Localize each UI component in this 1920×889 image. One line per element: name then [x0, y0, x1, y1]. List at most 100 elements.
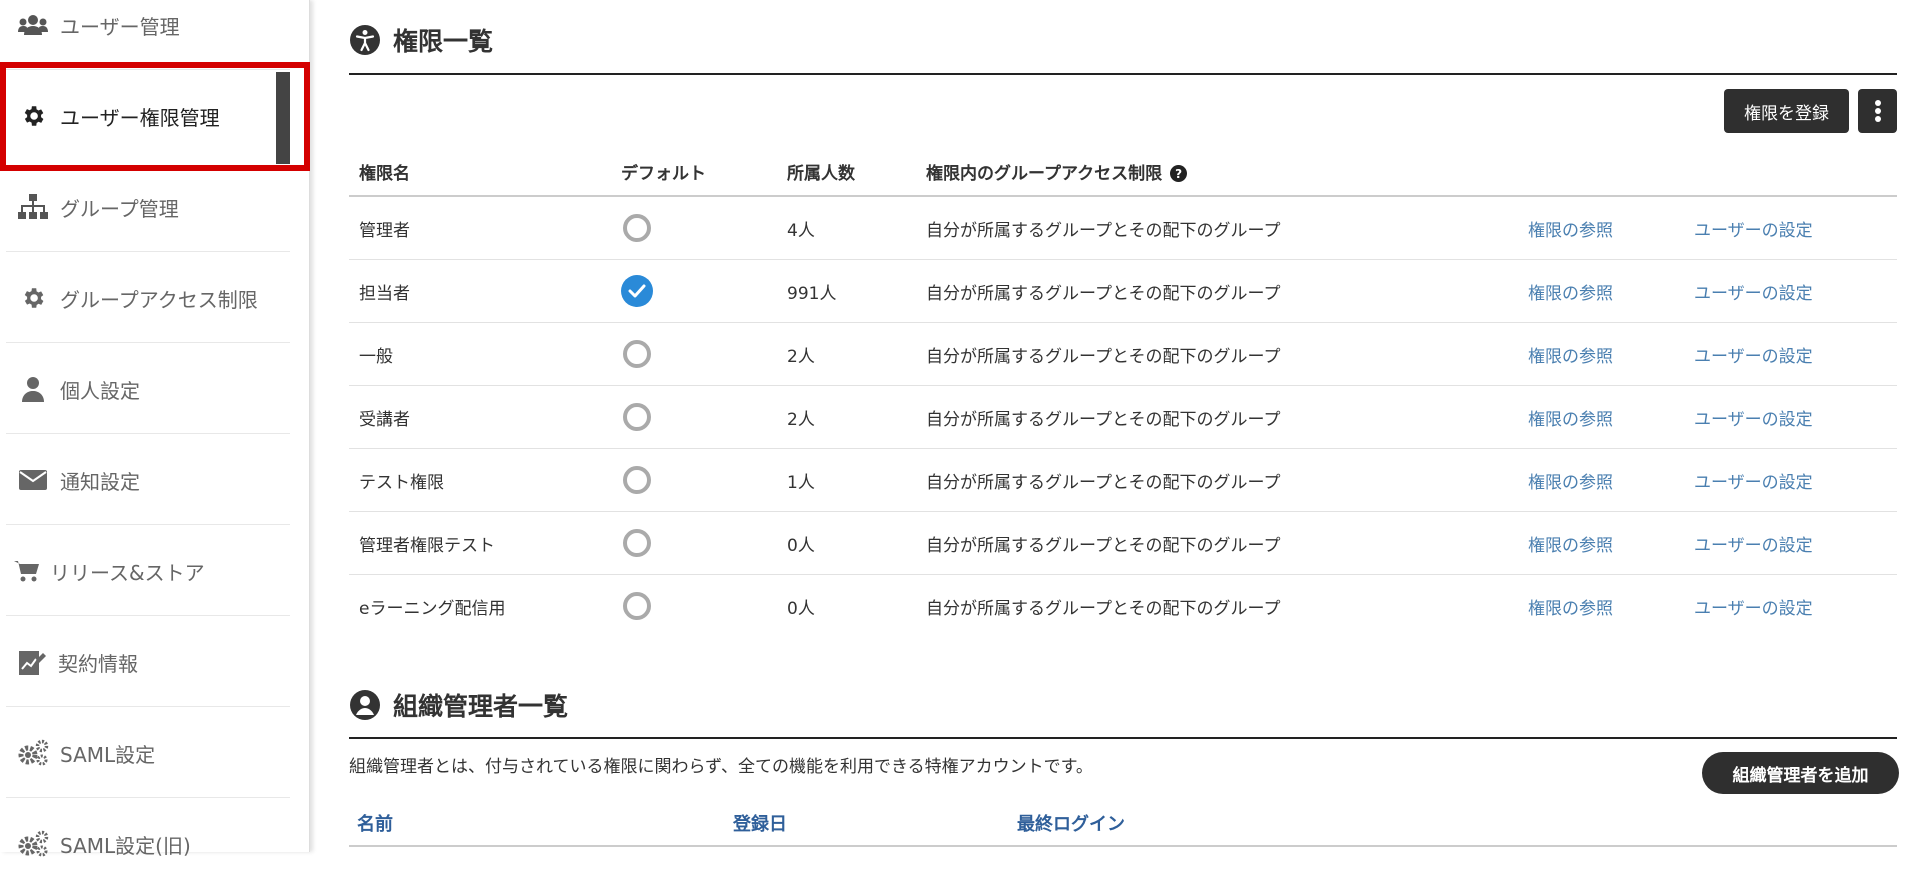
user-settings-link[interactable]: ユーザーの設定: [1694, 473, 1813, 493]
col-header-members: 所属人数: [777, 147, 916, 197]
table-row: 担当者 991人 自分が所属するグループとその配下のグループ 権限の参照 ユーザーの設定: [349, 259, 1897, 323]
view-permission-link[interactable]: 権限の参照: [1528, 473, 1613, 493]
user-settings-link[interactable]: ユーザーの設定: [1694, 221, 1813, 241]
active-item-highlight: [0, 62, 310, 171]
default-radio-icon[interactable]: [623, 403, 651, 431]
sidebar: ユーザー管理 ユーザー権限管理 グループ管理 グループアクセス制限 個人設定 通: [0, 0, 310, 858]
user-settings-link[interactable]: ユーザーの設定: [1694, 410, 1813, 430]
view-cell: 権限の参照: [1518, 448, 1684, 512]
col-header-view: [1518, 147, 1684, 197]
default-cell: [611, 575, 777, 638]
sidebar-item-group-management[interactable]: グループ管理: [0, 162, 290, 252]
sitemap-icon: [16, 194, 50, 220]
table-row: eラーニング配信用 0人 自分が所属するグループとその配下のグループ 権限の参照 ユーザ…: [349, 575, 1897, 638]
sidebar-item-notification-settings[interactable]: 通知設定: [0, 435, 290, 525]
user-settings-link[interactable]: ユーザーの設定: [1694, 536, 1813, 556]
sidebar-item-contract-info[interactable]: 契約情報: [0, 617, 290, 707]
view-cell: 権限の参照: [1518, 196, 1684, 260]
gear-icon: [16, 285, 50, 311]
gears-icon: [16, 739, 50, 767]
group-access-value: 自分が所属するグループとその配下のグループ: [916, 385, 1518, 449]
table-row: 管理者権限テスト 0人 自分が所属するグループとその配下のグループ 権限の参照 ユーザー…: [349, 511, 1897, 575]
view-cell: 権限の参照: [1518, 575, 1684, 638]
view-cell: 権限の参照: [1518, 259, 1684, 323]
default-radio-icon[interactable]: [623, 466, 651, 494]
permission-name: 管理者: [349, 196, 611, 260]
section-divider: [349, 73, 1897, 75]
col-header-group-access-label: 権限内のグループアクセス制限: [926, 163, 1163, 184]
default-radio-icon[interactable]: [623, 592, 651, 620]
view-permission-link[interactable]: 権限の参照: [1528, 221, 1613, 241]
user-settings-link[interactable]: ユーザーの設定: [1694, 284, 1813, 304]
col-header-last-login[interactable]: 最終ログイン: [1017, 810, 1125, 836]
permission-name: 受講者: [349, 385, 611, 449]
col-header-admin-name[interactable]: 名前: [357, 810, 393, 836]
cart-icon: [10, 560, 44, 582]
gears-icon: [16, 830, 50, 858]
register-permission-button[interactable]: 権限を登録: [1724, 89, 1849, 133]
users-cell: ユーザーの設定: [1684, 511, 1897, 575]
help-icon[interactable]: ?: [1170, 165, 1188, 182]
table-row: テスト権限 1人 自分が所属するグループとその配下のグループ 権限の参照 ユーザーの設定: [349, 448, 1897, 512]
users-cell: ユーザーの設定: [1684, 259, 1897, 323]
user-settings-link[interactable]: ユーザーの設定: [1694, 347, 1813, 367]
sidebar-item-saml-settings[interactable]: SAML設定: [0, 708, 290, 798]
col-header-registered[interactable]: 登録日: [733, 810, 787, 836]
member-count: 2人: [777, 322, 916, 386]
permission-name: 管理者権限テスト: [349, 511, 611, 575]
sidebar-item-release-store[interactable]: リリース&ストア: [0, 526, 290, 616]
users-cell: ユーザーの設定: [1684, 448, 1897, 512]
group-access-value: 自分が所属するグループとその配下のグループ: [916, 448, 1518, 512]
permission-name: 担当者: [349, 259, 611, 323]
sidebar-item-user-management[interactable]: ユーザー管理: [0, 0, 290, 70]
sidebar-item-saml-settings-old[interactable]: SAML設定(旧): [0, 799, 290, 889]
group-access-value: 自分が所属するグループとその配下のグループ: [916, 511, 1518, 575]
more-options-button[interactable]: [1858, 89, 1897, 133]
accessibility-icon: [349, 24, 381, 56]
user-settings-link[interactable]: ユーザーの設定: [1694, 599, 1813, 619]
table-row: 受講者 2人 自分が所属するグループとその配下のグループ 権限の参照 ユーザーの設定: [349, 385, 1897, 449]
permissions-section-title: 権限一覧: [349, 22, 493, 58]
default-cell: [611, 448, 777, 512]
sidebar-item-group-access[interactable]: グループアクセス制限: [0, 253, 290, 343]
group-access-value: 自分が所属するグループとその配下のグループ: [926, 598, 1281, 619]
sidebar-item-label: グループアクセス制限: [60, 287, 258, 312]
section-divider: [349, 737, 1897, 739]
permission-name: テスト権限: [349, 448, 611, 512]
view-permission-link[interactable]: 権限の参照: [1528, 536, 1613, 556]
col-header-group-access: 権限内のグループアクセス制限?: [916, 147, 1518, 197]
sidebar-item-label: ユーザー管理: [60, 14, 180, 39]
col-header-users: [1684, 147, 1897, 197]
default-checked-icon[interactable]: [621, 275, 653, 307]
group-access-value: 自分が所属するグループとその配下のグループ: [916, 196, 1518, 260]
default-cell: [611, 196, 777, 260]
users-icon: [16, 14, 50, 36]
col-header-name: 権限名: [349, 147, 611, 197]
view-permission-link[interactable]: 権限の参照: [1528, 599, 1613, 619]
default-cell: [611, 511, 777, 575]
permissions-table: 権限名 デフォルト 所属人数 権限内のグループアクセス制限? 管理者 4人 自分が所…: [349, 147, 1897, 637]
member-count: 2人: [777, 385, 916, 449]
view-permission-link[interactable]: 権限の参照: [1528, 410, 1613, 430]
envelope-icon: [16, 470, 50, 490]
view-permission-link[interactable]: 権限の参照: [1528, 347, 1613, 367]
member-count: 991人: [777, 259, 916, 323]
add-org-admin-button[interactable]: 組織管理者を追加: [1702, 752, 1899, 794]
col-header-default: デフォルト: [611, 147, 777, 197]
permission-name: eラーニング配信用: [359, 598, 506, 619]
member-count: 4人: [777, 196, 916, 260]
user-circle-icon: [349, 689, 381, 721]
view-cell: 権限の参照: [1518, 511, 1684, 575]
org-admins-section-title: 組織管理者一覧: [349, 687, 568, 723]
table-header-row: 権限名 デフォルト 所属人数 権限内のグループアクセス制限?: [349, 147, 1897, 197]
sidebar-item-label: リリース&ストア: [50, 560, 205, 585]
default-radio-icon[interactable]: [623, 340, 651, 368]
view-permission-link[interactable]: 権限の参照: [1528, 284, 1613, 304]
default-radio-icon[interactable]: [623, 214, 651, 242]
sidebar-item-personal-settings[interactable]: 個人設定: [0, 344, 290, 434]
default-radio-icon[interactable]: [623, 529, 651, 557]
view-cell: 権限の参照: [1518, 385, 1684, 449]
users-cell: ユーザーの設定: [1684, 196, 1897, 260]
sidebar-item-label: 通知設定: [60, 469, 140, 494]
users-cell: ユーザーの設定: [1684, 385, 1897, 449]
